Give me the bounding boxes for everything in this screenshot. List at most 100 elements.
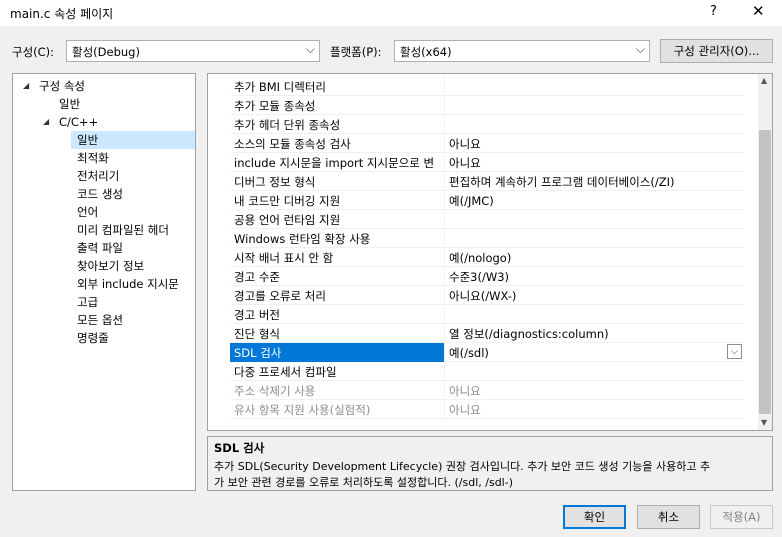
property-row[interactable]: 주소 삭제기 사용 아니요: [230, 381, 744, 400]
property-row[interactable]: 경고 버전: [230, 305, 744, 324]
cancel-button[interactable]: 취소: [637, 505, 700, 529]
platform-label: 플랫폼(P):: [330, 45, 382, 59]
title-bar: main.c 속성 페이지 ? ✕: [0, 0, 782, 26]
property-value[interactable]: 수준3(/W3): [449, 269, 509, 285]
property-value[interactable]: 열 정보(/diagnostics:column): [449, 326, 609, 342]
vertical-scrollbar[interactable]: ▲ ▼: [758, 74, 772, 430]
tree-item[interactable]: 일반: [77, 131, 98, 149]
column-divider[interactable]: [444, 362, 445, 381]
apply-button[interactable]: 적용(A): [710, 505, 773, 529]
column-divider[interactable]: [444, 96, 445, 115]
tree-item[interactable]: 미리 컴파일된 헤더: [77, 221, 169, 239]
tree-item[interactable]: 전처리기: [77, 167, 119, 185]
property-row[interactable]: 진단 형식 열 정보(/diagnostics:column): [230, 324, 744, 343]
tree-expanded-icon[interactable]: ◢: [23, 81, 29, 90]
property-name: 경고 수준: [234, 270, 280, 284]
property-value[interactable]: 예(/JMC): [449, 193, 494, 209]
property-name: include 지시문을 import 지시문으로 변: [234, 156, 435, 170]
column-divider[interactable]: [444, 134, 445, 153]
column-divider[interactable]: [444, 381, 445, 400]
tree-item[interactable]: 출력 파일: [77, 239, 123, 257]
description-title: SDL 검사: [214, 441, 265, 455]
property-value[interactable]: 아니요: [449, 402, 481, 418]
ok-button[interactable]: 확인: [563, 505, 626, 529]
platform-combo[interactable]: 활성(x64) ⌵: [394, 40, 650, 62]
column-divider[interactable]: [444, 191, 445, 210]
property-row[interactable]: 유사 항목 지원 사용(실험적) 아니요: [230, 400, 744, 419]
property-value[interactable]: 예(/nologo): [449, 250, 511, 266]
property-name: 내 코드만 디버깅 지원: [234, 194, 341, 208]
property-row[interactable]: 추가 모듈 종속성: [230, 96, 744, 115]
property-name: 진단 형식: [234, 327, 280, 341]
column-divider[interactable]: [444, 210, 445, 229]
property-row[interactable]: 소스의 모듈 종속성 검사 아니요: [230, 134, 744, 153]
property-row[interactable]: Windows 런타임 확장 사용: [230, 229, 744, 248]
property-value[interactable]: 아니요: [449, 155, 481, 171]
property-row[interactable]: 시작 배너 표시 안 함 예(/nologo): [230, 248, 744, 267]
property-row[interactable]: 경고를 오류로 처리 아니요(/WX-): [230, 286, 744, 305]
column-divider[interactable]: [444, 248, 445, 267]
property-name: 경고 버전: [234, 308, 280, 322]
tree-expanded-icon[interactable]: ◢: [43, 117, 49, 126]
config-combo[interactable]: 활성(Debug) ⌵: [66, 40, 320, 62]
property-value[interactable]: 예(/sdl): [449, 345, 489, 361]
tree-item[interactable]: 고급: [77, 293, 98, 311]
property-name: 경고를 오류로 처리: [234, 289, 326, 303]
column-divider[interactable]: [444, 267, 445, 286]
property-name: 공용 언어 런타임 지원: [234, 213, 341, 227]
property-name: 추가 모듈 종속성: [234, 99, 316, 113]
column-divider[interactable]: [444, 305, 445, 324]
description-line-1: 추가 SDL(Security Development Lifecycle) 권…: [214, 460, 711, 473]
property-value[interactable]: 아니요: [449, 136, 481, 152]
property-name: 주소 삭제기 사용: [234, 384, 316, 398]
property-value[interactable]: 편집하며 계속하기 프로그램 데이터베이스(/ZI): [449, 174, 675, 190]
scroll-thumb[interactable]: [759, 130, 771, 414]
column-divider[interactable]: [444, 172, 445, 191]
column-divider[interactable]: [444, 153, 445, 172]
property-row[interactable]: 다중 프로세서 컴파일: [230, 362, 744, 381]
tree-item[interactable]: 일반: [59, 95, 80, 113]
column-divider[interactable]: [444, 343, 445, 362]
property-value[interactable]: 아니요(/WX-): [449, 288, 516, 304]
tree-item[interactable]: C/C++: [59, 113, 98, 131]
property-row[interactable]: 디버그 정보 형식 편집하며 계속하기 프로그램 데이터베이스(/ZI): [230, 172, 744, 191]
property-name: 소스의 모듈 종속성 검사: [234, 137, 351, 151]
tree-item[interactable]: 찾아보기 정보: [77, 257, 144, 275]
tree-item[interactable]: 최적화: [77, 149, 109, 167]
config-value: 활성(Debug): [72, 45, 140, 59]
tree-item[interactable]: 명령줄: [77, 329, 109, 347]
column-divider[interactable]: [444, 77, 445, 96]
property-row[interactable]: 추가 헤더 단위 종속성: [230, 115, 744, 134]
column-divider[interactable]: [444, 286, 445, 305]
config-manager-button[interactable]: 구성 관리자(O)...: [660, 39, 773, 63]
tree-item[interactable]: 외부 include 지시문: [77, 275, 179, 293]
scroll-up-icon[interactable]: ▲: [761, 76, 767, 85]
property-row[interactable]: include 지시문을 import 지시문으로 변 아니요: [230, 153, 744, 172]
column-divider[interactable]: [444, 324, 445, 343]
property-grid: 추가 BMI 디렉터리 추가 모듈 종속성 추가 헤더 단위 종속성 소스의 모듈 종…: [207, 73, 773, 431]
property-name: Windows 런타임 확장 사용: [234, 232, 371, 246]
chevron-down-icon: ⌵: [305, 42, 315, 56]
column-divider[interactable]: [444, 115, 445, 134]
tree-item[interactable]: 언어: [77, 203, 98, 221]
property-row[interactable]: SDL 검사 예(/sdl) ⌵: [230, 343, 744, 362]
property-name: SDL 검사: [234, 346, 282, 360]
description-line-2: 가 보안 관련 경로를 오류로 처리하도록 설정합니다. (/sdl, /sdl…: [214, 476, 513, 489]
property-tree: ◢ 구성 속성 일반 ◢ C/C++ 일반 최적화 전처리기 코드 생성 언어 미리 컴파일된 헤더…: [12, 73, 196, 491]
column-divider[interactable]: [444, 229, 445, 248]
property-row[interactable]: 내 코드만 디버깅 지원 예(/JMC): [230, 191, 744, 210]
property-row[interactable]: 경고 수준 수준3(/W3): [230, 267, 744, 286]
tree-item[interactable]: 모든 옵션: [77, 311, 123, 329]
scroll-down-icon[interactable]: ▼: [761, 418, 767, 427]
chevron-down-icon[interactable]: ⌵: [727, 344, 742, 359]
property-row[interactable]: 공용 언어 런타임 지원: [230, 210, 744, 229]
tree-item[interactable]: 코드 생성: [77, 185, 123, 203]
property-value[interactable]: 아니요: [449, 383, 481, 399]
property-row[interactable]: 추가 BMI 디렉터리: [230, 77, 744, 96]
window-title: main.c 속성 페이지: [10, 7, 114, 21]
column-divider[interactable]: [444, 400, 445, 419]
tree-item[interactable]: 구성 속성: [39, 77, 85, 95]
property-name: 디버그 정보 형식: [234, 175, 316, 189]
help-button[interactable]: ?: [710, 4, 717, 19]
close-button[interactable]: ✕: [752, 2, 765, 20]
